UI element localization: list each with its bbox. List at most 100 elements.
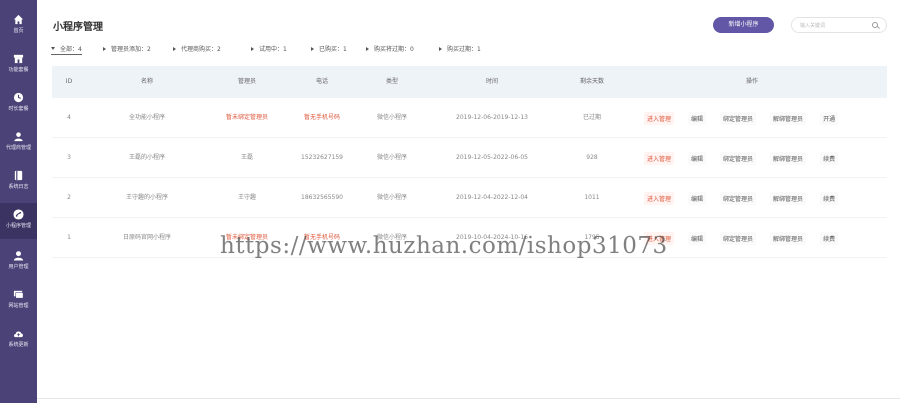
row-actions: 进入管理 编辑 绑定管理员 解绑管理员 续费 — [644, 178, 852, 218]
column-header-remaining-days: 剩余天数 — [579, 78, 604, 85]
sidebar-item-label: 系统日志 — [8, 184, 29, 190]
column-header-actions: 操作 — [745, 78, 758, 85]
cell-admin: 王磊 — [240, 154, 253, 161]
sidebar-item-website[interactable]: 网站管理 — [0, 285, 37, 319]
edit-button[interactable]: 编辑 — [688, 191, 707, 205]
caret-right-icon — [173, 46, 176, 51]
filter-admin-added[interactable]: 管理员添加：2 — [103, 44, 151, 53]
column-header-time: 时间 — [485, 78, 498, 85]
column-header-type: 类型 — [385, 78, 398, 85]
cell-type: 微信小程序 — [376, 154, 407, 161]
search-icon[interactable] — [872, 22, 878, 28]
activate-button[interactable]: 开通 — [820, 111, 839, 125]
home-icon — [12, 12, 26, 26]
sidebar-item-home[interactable]: 首页 — [0, 10, 37, 44]
caret-down-icon — [51, 47, 55, 50]
table-row: 1 日原码官网小程序 暂未绑定管理员 暂无手机号码 微信小程序 2019-10-… — [52, 218, 887, 258]
cell-name: 全功能小程序 — [128, 114, 165, 121]
sidebar-item-user[interactable]: 用户管理 — [0, 246, 37, 280]
filter-purchased[interactable]: 已购买：1 — [311, 44, 347, 53]
log-icon — [12, 168, 26, 182]
app-root: 首页 功能套餐 时长套餐 代理商管理 系统日志 小程序管理 用户管理 网站管理 … — [0, 0, 900, 403]
filter-bar: 全部：4 管理员添加：2 代理商购买：2 试用中：1 已购买：1 购买将过期：0… — [51, 44, 791, 55]
unbind-admin-button[interactable]: 解绑管理员 — [770, 151, 807, 165]
filter-label: 全部：4 — [60, 46, 82, 53]
enter-manage-button[interactable]: 进入管理 — [644, 111, 675, 125]
caret-right-icon — [439, 46, 442, 51]
cell-time: 2019-12-06-2019-12-13 — [456, 114, 528, 121]
bind-admin-button[interactable]: 绑定管理员 — [720, 231, 757, 245]
filter-label: 代理商购买：2 — [181, 46, 221, 53]
filter-all[interactable]: 全部：4 — [51, 44, 82, 55]
cell-phone: 15232627159 — [301, 154, 343, 161]
sidebar-item-function-package[interactable]: 功能套餐 — [0, 49, 37, 83]
unbind-admin-button[interactable]: 解绑管理员 — [770, 111, 807, 125]
sidebar-item-system-log[interactable]: 系统日志 — [0, 166, 37, 200]
filter-agent-purchased[interactable]: 代理商购买：2 — [173, 44, 221, 53]
cloud-upload-icon — [12, 326, 26, 340]
cell-time: 2019-12-04-2022-12-04 — [456, 194, 528, 201]
filter-label: 管理员添加：2 — [111, 46, 151, 53]
cell-time: 2019-10-04-2024-10-16 — [456, 234, 528, 241]
website-icon — [12, 287, 26, 301]
filter-expiring[interactable]: 购买将过期：0 — [366, 44, 414, 53]
main-content: 小程序管理 新增小程序 全部：4 管理员添加：2 代理商购买：2 试用中：1 已… — [37, 0, 900, 403]
sidebar-item-system-update[interactable]: 系统更新 — [0, 324, 37, 358]
sidebar-item-label: 小程序管理 — [5, 223, 31, 229]
table-row: 2 王守趣的小程序 王守趣 18632565590 微信小程序 2019-12-… — [52, 178, 887, 218]
filter-expired[interactable]: 购买过期：1 — [439, 44, 481, 53]
cell-id: 4 — [67, 114, 71, 121]
sidebar-item-miniapp[interactable]: 小程序管理 — [0, 203, 37, 239]
enter-manage-button[interactable]: 进入管理 — [644, 231, 675, 245]
filter-trial[interactable]: 试用中：1 — [251, 44, 287, 53]
cell-id: 1 — [67, 234, 71, 241]
column-header-admin: 管理员 — [237, 78, 256, 85]
cell-remaining-days: 1011 — [584, 194, 600, 201]
row-actions: 进入管理 编辑 绑定管理员 解绑管理员 开通 — [644, 98, 852, 138]
sidebar-item-duration-package[interactable]: 时长套餐 — [0, 88, 37, 122]
filter-label: 购买将过期：0 — [374, 46, 414, 53]
edit-button[interactable]: 编辑 — [688, 111, 707, 125]
page-title: 小程序管理 — [53, 22, 103, 33]
caret-right-icon — [103, 46, 106, 51]
unbind-admin-button[interactable]: 解绑管理员 — [770, 231, 807, 245]
search-box — [791, 17, 887, 33]
cell-remaining-days: 已过期 — [582, 114, 601, 121]
caret-right-icon — [366, 46, 369, 51]
cell-name: 王守趣的小程序 — [125, 194, 168, 201]
edit-button[interactable]: 编辑 — [688, 151, 707, 165]
cell-phone: 18632565590 — [301, 194, 343, 201]
cell-remaining-days: 928 — [586, 154, 598, 161]
renew-button[interactable]: 续费 — [820, 191, 839, 205]
add-miniapp-button[interactable]: 新增小程序 — [713, 17, 774, 33]
filter-label: 试用中：1 — [259, 46, 287, 53]
enter-manage-button[interactable]: 进入管理 — [644, 151, 675, 165]
table-row: 4 全功能小程序 暂未绑定管理员 暂无手机号码 微信小程序 2019-12-06… — [52, 98, 887, 138]
bind-admin-button[interactable]: 绑定管理员 — [720, 191, 757, 205]
cell-id: 3 — [67, 154, 71, 161]
miniapp-table: ID 名称 管理员 电话 类型 时间 剩余天数 操作 4 全功能小程序 暂未绑定… — [52, 66, 887, 258]
sidebar-item-label: 首页 — [13, 28, 24, 34]
row-actions: 进入管理 编辑 绑定管理员 解绑管理员 续费 — [644, 218, 852, 258]
renew-button[interactable]: 续费 — [820, 151, 839, 165]
cell-id: 2 — [67, 194, 71, 201]
clock-icon — [12, 90, 26, 104]
row-actions: 进入管理 编辑 绑定管理员 解绑管理员 续费 — [644, 138, 852, 178]
cell-admin: 暂未绑定管理员 — [225, 234, 268, 241]
sidebar: 首页 功能套餐 时长套餐 代理商管理 系统日志 小程序管理 用户管理 网站管理 … — [0, 0, 37, 403]
search-input[interactable] — [800, 21, 870, 30]
enter-manage-button[interactable]: 进入管理 — [644, 191, 675, 205]
cell-name: 日原码官网小程序 — [122, 234, 171, 241]
bind-admin-button[interactable]: 绑定管理员 — [720, 151, 757, 165]
filter-label: 已购买：1 — [319, 46, 347, 53]
filter-label: 购买过期：1 — [447, 46, 481, 53]
renew-button[interactable]: 续费 — [820, 231, 839, 245]
unbind-admin-button[interactable]: 解绑管理员 — [770, 191, 807, 205]
sidebar-item-label: 用户管理 — [8, 264, 29, 270]
sidebar-item-agent[interactable]: 代理商管理 — [0, 127, 37, 161]
cell-type: 微信小程序 — [376, 114, 407, 121]
cell-name: 王磊的小程序 — [128, 154, 165, 161]
sidebar-item-label: 系统更新 — [8, 342, 29, 348]
bind-admin-button[interactable]: 绑定管理员 — [720, 111, 757, 125]
edit-button[interactable]: 编辑 — [688, 231, 707, 245]
